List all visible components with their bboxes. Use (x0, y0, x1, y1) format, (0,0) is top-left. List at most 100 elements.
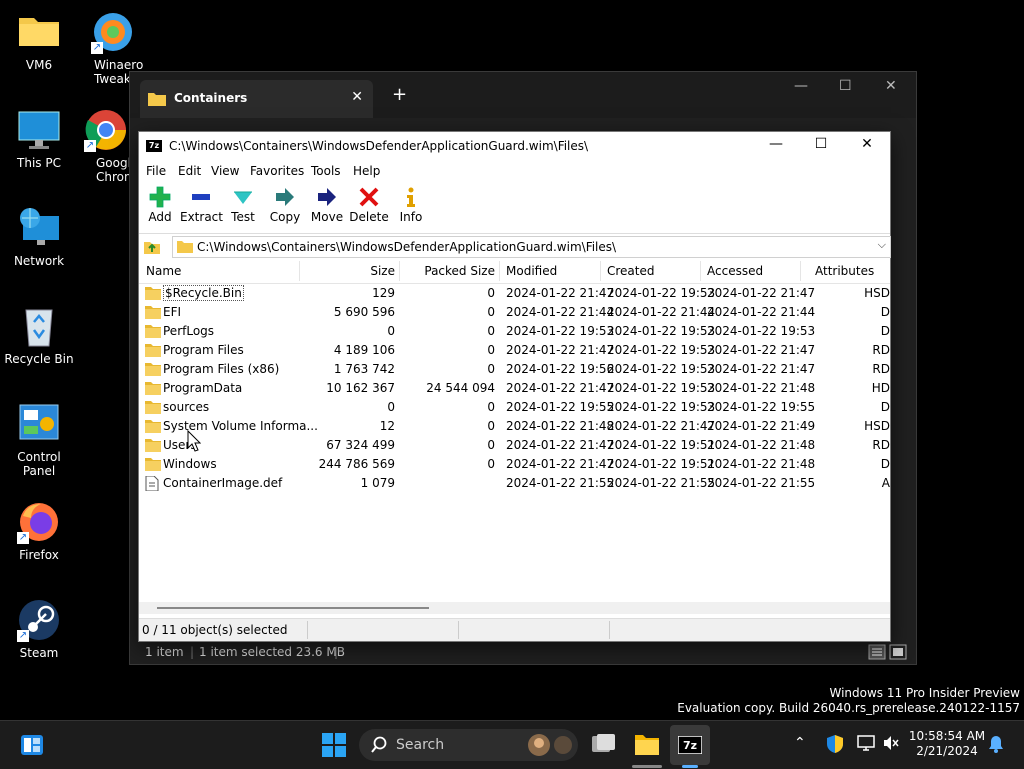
table-row[interactable]: ContainerImage.def 1 079 2024-01-22 21:55 2… (139, 474, 890, 493)
cell-packed: 24 544 094 (426, 381, 495, 395)
delete-button[interactable]: Delete (348, 186, 390, 224)
cell-attr: D (880, 400, 890, 414)
folder-icon (148, 92, 166, 109)
new-tab-icon[interactable]: + (392, 84, 407, 105)
column-divider[interactable] (499, 261, 500, 281)
desktop-icon-steam[interactable]: ↗ Steam (0, 598, 78, 660)
add-button[interactable]: Add (139, 186, 181, 224)
table-row[interactable]: sources 0 0 2024-01-22 19:55 2024-01-22 19:5… (139, 398, 890, 417)
column-attributes[interactable]: Attributes (815, 264, 874, 278)
address-bar[interactable]: C:\Windows\Containers\WindowsDefenderApp… (172, 236, 891, 258)
shortcut-arrow-icon: ↗ (17, 532, 29, 544)
info-button[interactable]: Info (390, 186, 432, 224)
menu-help[interactable]: Help (353, 164, 380, 178)
shortcut-arrow-icon: ↗ (84, 140, 96, 152)
cell-attr: RD (872, 438, 890, 452)
table-row[interactable]: System Volume Informa... 12 0 2024-01-22 21… (139, 417, 890, 436)
column-created[interactable]: Created (607, 264, 655, 278)
address-path: C:\Windows\Containers\WindowsDefenderApp… (197, 240, 617, 254)
table-row[interactable]: ProgramData 10 162 367 24 544 094 2024-01-2… (139, 379, 890, 398)
chevron-up-icon[interactable]: ⌃ (794, 735, 806, 751)
close-tab-icon[interactable]: ✕ (351, 89, 363, 105)
sevenzip-window[interactable]: 7z C:\Windows\Containers\WindowsDefender… (138, 131, 891, 642)
sevenzip-title-bar[interactable]: 7z C:\Windows\Containers\WindowsDefender… (139, 132, 890, 160)
system-clock[interactable]: 10:58:54 AM 2/21/2024 (905, 729, 989, 759)
move-button[interactable]: Move (306, 186, 348, 224)
cell-name: EFI (163, 305, 182, 319)
close-icon[interactable]: ✕ (857, 136, 877, 152)
close-icon[interactable]: ✕ (885, 78, 897, 94)
table-row[interactable]: PerfLogs 0 0 2024-01-22 19:53 2024-01-22 19:… (139, 322, 890, 341)
table-row[interactable]: Windows 244 786 569 0 2024-01-22 21:47 2024-… (139, 455, 890, 474)
desktop-icon-chrome[interactable]: ↗ Google Chrome (78, 108, 134, 184)
menu-edit[interactable]: Edit (178, 164, 201, 178)
column-name[interactable]: Name (146, 264, 181, 278)
shortcut-arrow-icon: ↗ (17, 630, 29, 642)
table-row[interactable]: EFI 5 690 596 0 2024-01-22 21:44 2024-01-22 … (139, 303, 890, 322)
table-row[interactable]: Program Files (x86) 1 763 742 0 2024-01-22 … (139, 360, 890, 379)
column-divider[interactable] (600, 261, 601, 281)
chevron-down-icon[interactable]: ⌵ (878, 238, 886, 252)
folder-icon (145, 324, 161, 341)
maximize-icon[interactable]: ☐ (811, 136, 831, 152)
table-row[interactable]: Program Files 4 189 106 0 2024-01-22 21:47 2… (139, 341, 890, 360)
security-shield-icon[interactable] (826, 734, 844, 758)
menu-view[interactable]: View (211, 164, 239, 178)
minus-icon (192, 194, 210, 200)
widgets-icon[interactable] (20, 734, 44, 759)
test-button[interactable]: Test (222, 186, 264, 224)
file-list[interactable]: Name Size Packed Size Modified Created A… (139, 259, 890, 599)
minimize-icon[interactable]: — (794, 78, 808, 94)
cell-accessed: 2024-01-22 21:44 (707, 305, 816, 319)
cell-modified: 2024-01-22 21:44 (506, 305, 615, 319)
column-divider[interactable] (700, 261, 701, 281)
explorer-tab[interactable]: Containers ✕ (140, 80, 373, 118)
cell-created: 2024-01-22 19:53 (607, 400, 716, 414)
desktop-icon-this-pc[interactable]: This PC (0, 108, 78, 170)
desktop-icon-vm6[interactable]: VM6 (0, 10, 78, 72)
chrome-icon: ↗ (84, 108, 128, 152)
network-icon (17, 206, 61, 250)
cell-packed: 0 (487, 305, 495, 319)
notification-bell-icon[interactable] (988, 735, 1004, 757)
toolbar: Add Extract Test Copy Move Delete Info (139, 184, 890, 230)
task-view-icon[interactable] (591, 733, 617, 758)
table-row[interactable]: Users 67 324 499 0 2024-01-22 21:47 2024-01-… (139, 436, 890, 455)
up-folder-icon[interactable] (143, 237, 161, 258)
menu-file[interactable]: File (146, 164, 166, 178)
explorer-status-bar: 1 item | 1 item selected 23.6 MB | (130, 640, 916, 664)
desktop-icon-label: VM6 (25, 58, 53, 72)
desktop-icon-firefox[interactable]: ↗ Firefox (0, 500, 78, 562)
folder-icon (145, 438, 161, 455)
file-explorer-taskbar-icon[interactable] (635, 733, 659, 758)
menu-tools[interactable]: Tools (311, 164, 341, 178)
column-accessed[interactable]: Accessed (707, 264, 763, 278)
minimize-icon[interactable]: — (766, 136, 786, 152)
column-size[interactable]: Size (299, 264, 395, 278)
column-divider[interactable] (800, 261, 801, 281)
desktop-icon-recycle-bin[interactable]: Recycle Bin (0, 304, 78, 366)
menu-bar: File Edit View Favorites Tools Help (139, 160, 890, 182)
maximize-icon[interactable]: ☐ (839, 78, 852, 94)
desktop-icon-control-panel[interactable]: Control Panel (0, 402, 78, 478)
network-status-icon[interactable] (857, 734, 875, 756)
details-view-icon[interactable] (868, 644, 908, 660)
menu-favorites[interactable]: Favorites (250, 164, 304, 178)
taskbar-search[interactable]: Search (359, 729, 578, 761)
desktop-icon-network[interactable]: Network (0, 206, 78, 268)
copy-button[interactable]: Copy (264, 186, 306, 224)
divider: | (334, 645, 339, 659)
table-row[interactable]: $Recycle.Bin 129 0 2024-01-22 21:47 2024-01-… (139, 284, 890, 303)
horizontal-scrollbar[interactable] (139, 602, 890, 614)
volume-muted-icon[interactable] (882, 734, 900, 756)
column-modified[interactable]: Modified (506, 264, 557, 278)
clock-date: 2/21/2024 (916, 744, 978, 758)
column-packed-size[interactable]: Packed Size (399, 264, 495, 278)
sevenzip-taskbar-icon[interactable]: 7z (670, 725, 710, 768)
extract-button[interactable]: Extract (180, 186, 223, 224)
scrollbar-thumb[interactable] (157, 607, 429, 609)
cell-packed: 0 (487, 343, 495, 357)
windows-logo-icon (322, 733, 346, 757)
view-toggle (868, 644, 908, 663)
start-button[interactable] (322, 733, 346, 760)
